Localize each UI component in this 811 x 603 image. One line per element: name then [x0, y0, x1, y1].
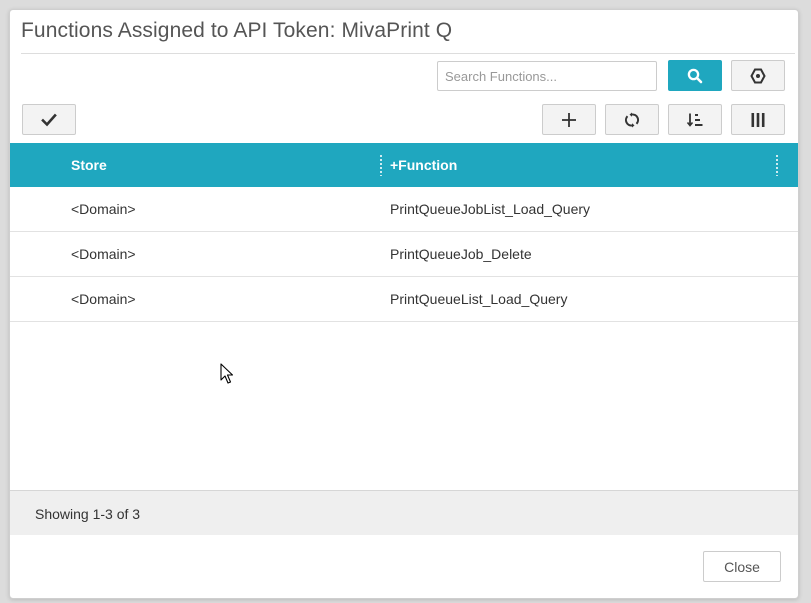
- store-cell: <Domain>: [71, 291, 136, 307]
- close-button[interactable]: Close: [703, 551, 781, 582]
- function-cell: PrintQueueJob_Delete: [390, 246, 532, 262]
- add-function-button[interactable]: [542, 104, 596, 135]
- table-row[interactable]: <Domain> PrintQueueJob_Delete: [10, 232, 798, 277]
- function-cell: PrintQueueList_Load_Query: [390, 291, 568, 307]
- store-cell: <Domain>: [71, 201, 136, 217]
- advanced-filter-button[interactable]: [731, 60, 785, 91]
- api-token-functions-dialog: Functions Assigned to API Token: MivaPri…: [9, 9, 799, 599]
- sort-button[interactable]: [668, 104, 722, 135]
- column-resize-handle[interactable]: [380, 154, 382, 176]
- table-row[interactable]: <Domain> PrintQueueJobList_Load_Query: [10, 187, 798, 232]
- filter-icon: [750, 68, 766, 84]
- mouse-cursor-icon: [220, 363, 234, 390]
- plus-icon: [561, 112, 577, 128]
- column-resize-handle[interactable]: [776, 154, 778, 176]
- pagination-status: Showing 1-3 of 3: [35, 506, 141, 522]
- search-icon: [687, 68, 703, 84]
- table-row[interactable]: <Domain> PrintQueueList_Load_Query: [10, 277, 798, 322]
- checkmark-icon: [41, 112, 57, 128]
- column-header-store[interactable]: Store: [71, 157, 107, 173]
- grid-footer: Showing 1-3 of 3: [10, 490, 798, 535]
- store-cell: <Domain>: [71, 246, 136, 262]
- refresh-button[interactable]: [605, 104, 659, 135]
- sort-icon: [686, 112, 704, 128]
- select-all-button[interactable]: [22, 104, 76, 135]
- function-cell: PrintQueueJobList_Load_Query: [390, 201, 591, 217]
- search-input[interactable]: [437, 61, 657, 91]
- grid-header: Store +Function: [10, 143, 798, 187]
- columns-button[interactable]: [731, 104, 785, 135]
- columns-icon: [750, 112, 766, 128]
- title-divider: [21, 53, 795, 54]
- column-header-function[interactable]: +Function: [390, 157, 457, 173]
- refresh-icon: [623, 112, 641, 128]
- dialog-title: Functions Assigned to API Token: MivaPri…: [21, 19, 453, 42]
- search-button[interactable]: [668, 60, 722, 91]
